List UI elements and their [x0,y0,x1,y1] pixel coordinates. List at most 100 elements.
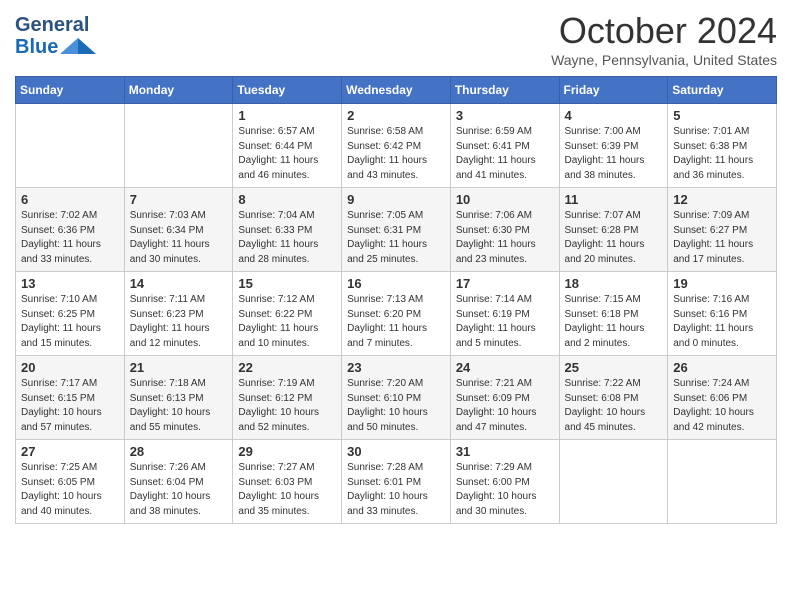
day-number: 28 [130,444,228,459]
day-number: 22 [238,360,336,375]
calendar-cell: 5 Sunrise: 7:01 AMSunset: 6:38 PMDayligh… [668,104,777,188]
day-number: 2 [347,108,445,123]
calendar-cell: 22 Sunrise: 7:19 AMSunset: 6:12 PMDaylig… [233,356,342,440]
calendar-cell: 14 Sunrise: 7:11 AMSunset: 6:23 PMDaylig… [124,272,233,356]
calendar-cell: 7 Sunrise: 7:03 AMSunset: 6:34 PMDayligh… [124,188,233,272]
col-header-monday: Monday [124,77,233,104]
logo-blue: Blue [15,36,58,58]
day-info: Sunrise: 7:19 AMSunset: 6:12 PMDaylight:… [238,377,336,435]
day-info: Sunrise: 7:18 AMSunset: 6:13 PMDaylight:… [130,377,228,435]
calendar-cell: 12 Sunrise: 7:09 AMSunset: 6:27 PMDaylig… [668,188,777,272]
calendar-cell: 28 Sunrise: 7:26 AMSunset: 6:04 PMDaylig… [124,440,233,524]
col-header-wednesday: Wednesday [342,77,451,104]
page-header: General Blue October 2024 Wayne, Pennsyl… [15,10,777,68]
day-number: 11 [565,192,663,207]
day-number: 8 [238,192,336,207]
calendar-cell: 6 Sunrise: 7:02 AMSunset: 6:36 PMDayligh… [16,188,125,272]
calendar-cell [16,104,125,188]
day-info: Sunrise: 7:20 AMSunset: 6:10 PMDaylight:… [347,377,445,435]
calendar-cell: 24 Sunrise: 7:21 AMSunset: 6:09 PMDaylig… [450,356,559,440]
day-info: Sunrise: 7:13 AMSunset: 6:20 PMDaylight:… [347,293,445,351]
day-info: Sunrise: 7:29 AMSunset: 6:00 PMDaylight:… [456,461,554,519]
day-info: Sunrise: 7:17 AMSunset: 6:15 PMDaylight:… [21,377,119,435]
calendar-cell: 19 Sunrise: 7:16 AMSunset: 6:16 PMDaylig… [668,272,777,356]
location: Wayne, Pennsylvania, United States [551,52,777,68]
day-info: Sunrise: 7:27 AMSunset: 6:03 PMDaylight:… [238,461,336,519]
logo-general: General [15,14,89,36]
logo-icon [60,36,96,58]
day-number: 13 [21,276,119,291]
day-number: 19 [673,276,771,291]
calendar-cell: 26 Sunrise: 7:24 AMSunset: 6:06 PMDaylig… [668,356,777,440]
col-header-saturday: Saturday [668,77,777,104]
calendar-cell: 15 Sunrise: 7:12 AMSunset: 6:22 PMDaylig… [233,272,342,356]
day-info: Sunrise: 7:02 AMSunset: 6:36 PMDaylight:… [21,209,119,267]
title-area: October 2024 Wayne, Pennsylvania, United… [551,10,777,68]
col-header-tuesday: Tuesday [233,77,342,104]
calendar-cell: 1 Sunrise: 6:57 AMSunset: 6:44 PMDayligh… [233,104,342,188]
calendar-cell: 25 Sunrise: 7:22 AMSunset: 6:08 PMDaylig… [559,356,668,440]
day-info: Sunrise: 7:21 AMSunset: 6:09 PMDaylight:… [456,377,554,435]
day-info: Sunrise: 7:01 AMSunset: 6:38 PMDaylight:… [673,125,771,183]
calendar-cell: 3 Sunrise: 6:59 AMSunset: 6:41 PMDayligh… [450,104,559,188]
calendar-cell: 11 Sunrise: 7:07 AMSunset: 6:28 PMDaylig… [559,188,668,272]
col-header-sunday: Sunday [16,77,125,104]
day-number: 16 [347,276,445,291]
calendar-cell: 31 Sunrise: 7:29 AMSunset: 6:00 PMDaylig… [450,440,559,524]
day-number: 26 [673,360,771,375]
calendar-cell: 18 Sunrise: 7:15 AMSunset: 6:18 PMDaylig… [559,272,668,356]
day-info: Sunrise: 6:59 AMSunset: 6:41 PMDaylight:… [456,125,554,183]
day-info: Sunrise: 7:15 AMSunset: 6:18 PMDaylight:… [565,293,663,351]
day-info: Sunrise: 7:25 AMSunset: 6:05 PMDaylight:… [21,461,119,519]
day-number: 23 [347,360,445,375]
day-number: 7 [130,192,228,207]
calendar-cell: 13 Sunrise: 7:10 AMSunset: 6:25 PMDaylig… [16,272,125,356]
day-info: Sunrise: 7:06 AMSunset: 6:30 PMDaylight:… [456,209,554,267]
day-number: 6 [21,192,119,207]
calendar-cell: 8 Sunrise: 7:04 AMSunset: 6:33 PMDayligh… [233,188,342,272]
day-number: 3 [456,108,554,123]
month-title: October 2024 [551,10,777,52]
calendar-cell [559,440,668,524]
calendar-cell: 21 Sunrise: 7:18 AMSunset: 6:13 PMDaylig… [124,356,233,440]
calendar-cell: 16 Sunrise: 7:13 AMSunset: 6:20 PMDaylig… [342,272,451,356]
col-header-friday: Friday [559,77,668,104]
day-number: 12 [673,192,771,207]
calendar-cell: 9 Sunrise: 7:05 AMSunset: 6:31 PMDayligh… [342,188,451,272]
calendar-cell: 30 Sunrise: 7:28 AMSunset: 6:01 PMDaylig… [342,440,451,524]
logo: General Blue [15,14,96,58]
day-info: Sunrise: 7:22 AMSunset: 6:08 PMDaylight:… [565,377,663,435]
calendar-table: SundayMondayTuesdayWednesdayThursdayFrid… [15,76,777,524]
day-info: Sunrise: 6:57 AMSunset: 6:44 PMDaylight:… [238,125,336,183]
calendar-cell: 29 Sunrise: 7:27 AMSunset: 6:03 PMDaylig… [233,440,342,524]
day-info: Sunrise: 7:10 AMSunset: 6:25 PMDaylight:… [21,293,119,351]
day-number: 21 [130,360,228,375]
day-info: Sunrise: 7:28 AMSunset: 6:01 PMDaylight:… [347,461,445,519]
calendar-cell [668,440,777,524]
calendar-cell: 4 Sunrise: 7:00 AMSunset: 6:39 PMDayligh… [559,104,668,188]
calendar-cell: 23 Sunrise: 7:20 AMSunset: 6:10 PMDaylig… [342,356,451,440]
day-number: 31 [456,444,554,459]
day-number: 15 [238,276,336,291]
day-info: Sunrise: 7:00 AMSunset: 6:39 PMDaylight:… [565,125,663,183]
day-number: 5 [673,108,771,123]
day-number: 27 [21,444,119,459]
day-info: Sunrise: 7:26 AMSunset: 6:04 PMDaylight:… [130,461,228,519]
calendar-cell: 10 Sunrise: 7:06 AMSunset: 6:30 PMDaylig… [450,188,559,272]
day-info: Sunrise: 7:04 AMSunset: 6:33 PMDaylight:… [238,209,336,267]
day-number: 14 [130,276,228,291]
day-info: Sunrise: 7:16 AMSunset: 6:16 PMDaylight:… [673,293,771,351]
day-info: Sunrise: 7:07 AMSunset: 6:28 PMDaylight:… [565,209,663,267]
day-number: 4 [565,108,663,123]
day-info: Sunrise: 7:11 AMSunset: 6:23 PMDaylight:… [130,293,228,351]
day-info: Sunrise: 7:24 AMSunset: 6:06 PMDaylight:… [673,377,771,435]
day-info: Sunrise: 7:05 AMSunset: 6:31 PMDaylight:… [347,209,445,267]
day-number: 25 [565,360,663,375]
calendar-cell: 27 Sunrise: 7:25 AMSunset: 6:05 PMDaylig… [16,440,125,524]
day-info: Sunrise: 7:03 AMSunset: 6:34 PMDaylight:… [130,209,228,267]
day-info: Sunrise: 7:14 AMSunset: 6:19 PMDaylight:… [456,293,554,351]
day-number: 17 [456,276,554,291]
day-number: 24 [456,360,554,375]
calendar-cell: 2 Sunrise: 6:58 AMSunset: 6:42 PMDayligh… [342,104,451,188]
day-info: Sunrise: 7:09 AMSunset: 6:27 PMDaylight:… [673,209,771,267]
